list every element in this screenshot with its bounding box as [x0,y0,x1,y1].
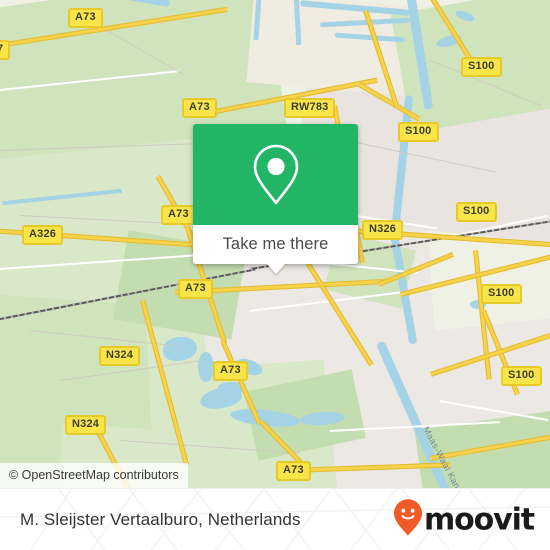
location-callout-card[interactable]: Take me there [193,124,358,274]
canal-name-label: Maas-Waal Kanaal [421,425,469,488]
take-me-there-button[interactable]: Take me there [193,225,358,264]
osm-attribution[interactable]: © OpenStreetMap contributors [0,463,188,488]
map-canvas[interactable]: A73 7 A73 RW783 S100 S100 A73 A326 S100 N326 A73 S1… [0,0,550,488]
footer-bar: M. Sleijster Vertaalburo, Netherlands mo… [0,488,550,550]
moovit-brand-logo[interactable]: moovit [393,498,535,541]
osm-attribution-label: © OpenStreetMap contributors [9,468,179,482]
map-pin-icon [250,142,302,208]
callout-tail-arrow [266,264,285,274]
map-screenshot: A73 7 A73 RW783 S100 S100 A73 A326 S100 N326 A73 S1… [0,0,550,550]
moovit-smiley-pin-icon [393,498,423,541]
page-title: M. Sleijster Vertaalburo, Netherlands [20,509,301,529]
callout-pin-area [193,124,358,225]
moovit-wordmark: moovit [423,502,535,537]
take-me-there-label: Take me there [222,235,329,253]
